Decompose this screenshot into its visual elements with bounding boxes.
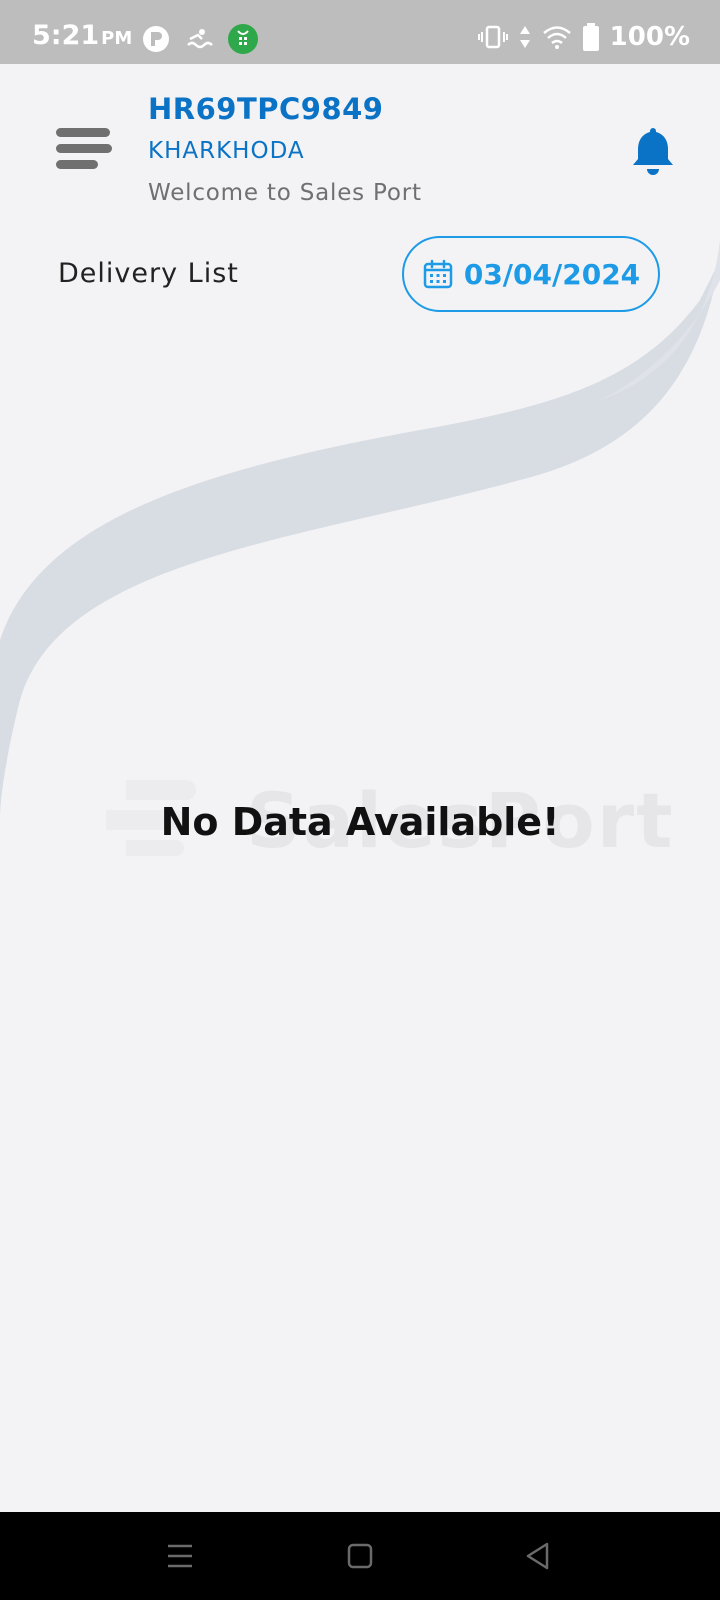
menu-icon-bar-top — [56, 128, 110, 137]
notification-icons — [142, 24, 258, 54]
status-clock: 5:21 — [32, 20, 100, 51]
system-status-icons: 100% — [477, 22, 690, 52]
date-picker-button[interactable]: 03/04/2024 — [402, 236, 660, 312]
status-time: 5:21 PM — [32, 20, 132, 51]
green-app-icon — [228, 24, 258, 54]
home-icon — [347, 1543, 373, 1569]
data-arrows-icon — [519, 26, 530, 48]
selected-date: 03/04/2024 — [463, 257, 641, 291]
recent-apps-button[interactable] — [162, 1538, 198, 1574]
navigation-bar — [0, 1512, 720, 1600]
welcome-text: Welcome to Sales Port — [148, 180, 422, 206]
notifications-button[interactable] — [630, 124, 676, 176]
bell-icon — [633, 128, 673, 175]
battery-percentage: 100% — [609, 22, 690, 52]
vibrate-icon — [477, 25, 508, 49]
wifi-icon — [542, 26, 571, 49]
recent-apps-icon — [168, 1544, 192, 1568]
status-ampm: PM — [101, 28, 133, 49]
home-button[interactable] — [342, 1538, 378, 1574]
calendar-icon — [423, 259, 453, 289]
menu-icon-bar-bottom — [56, 160, 98, 169]
menu-icon-bar-middle — [56, 144, 112, 153]
status-bar: 5:21 PM 100% — [0, 0, 720, 64]
back-icon — [526, 1542, 549, 1570]
menu-button[interactable] — [56, 128, 112, 172]
empty-state-message: No Data Available! — [160, 800, 560, 844]
vehicle-number: HR69TPC9849 — [148, 92, 384, 126]
delivery-list-title: Delivery List — [58, 258, 239, 289]
swim-notification-icon — [187, 29, 213, 49]
location-label: KHARKHODA — [148, 138, 305, 164]
battery-icon — [582, 23, 599, 51]
app-notification-icon — [143, 26, 169, 52]
back-button[interactable] — [520, 1538, 556, 1574]
